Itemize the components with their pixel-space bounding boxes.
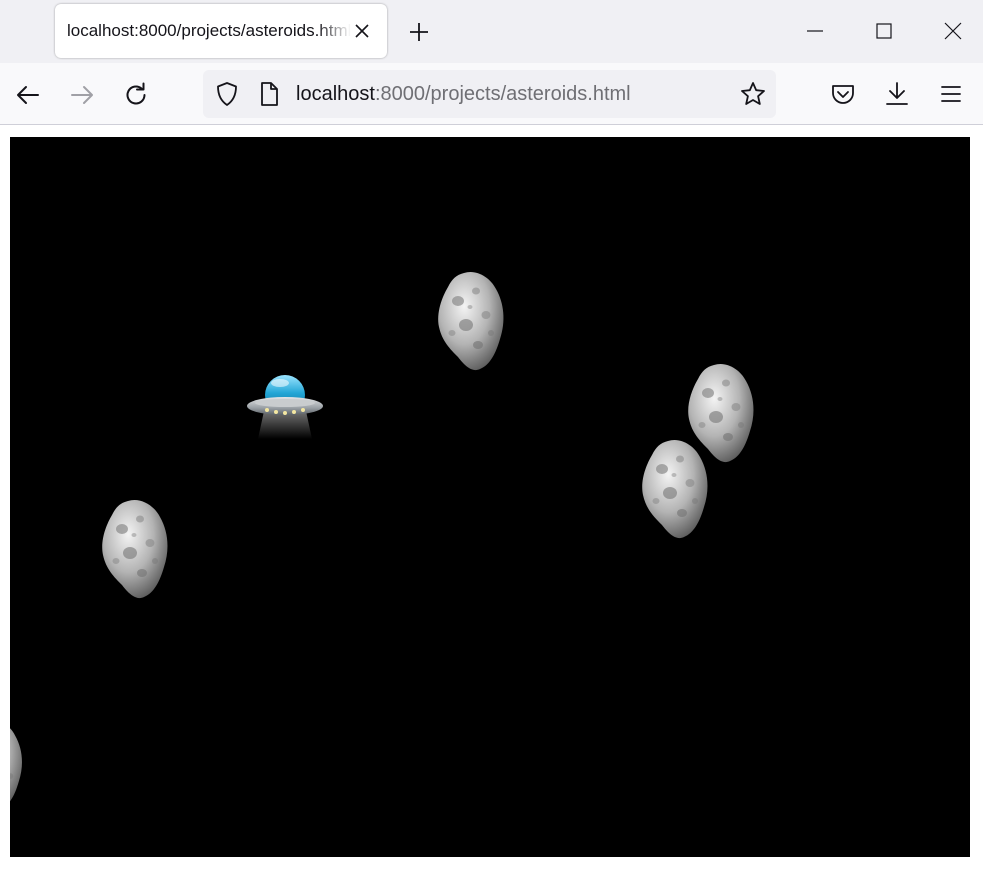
tab-strip: localhost:8000/projects/asteroids.html xyxy=(0,0,983,63)
page-content xyxy=(0,125,983,870)
shield-icon[interactable] xyxy=(213,80,241,108)
tab-title: localhost:8000/projects/asteroids.html xyxy=(67,21,351,40)
asteroid xyxy=(98,497,172,601)
browser-tab[interactable]: localhost:8000/projects/asteroids.html xyxy=(55,4,387,58)
menu-hamburger-icon[interactable] xyxy=(937,80,965,108)
url-path: :8000/projects/asteroids.html xyxy=(374,83,631,105)
address-bar[interactable]: localhost:8000/projects/asteroids.html xyxy=(203,70,776,118)
forward-arrow-icon[interactable] xyxy=(68,81,96,109)
minimize-window-icon[interactable] xyxy=(801,18,829,46)
page-info-icon[interactable] xyxy=(255,80,283,108)
downloads-icon[interactable] xyxy=(883,80,911,108)
back-arrow-icon[interactable] xyxy=(14,81,42,109)
asteroid xyxy=(10,717,26,813)
game-canvas[interactable] xyxy=(10,137,970,857)
bookmark-star-icon[interactable] xyxy=(739,80,767,108)
url-text[interactable]: localhost:8000/projects/asteroids.html xyxy=(296,83,631,106)
url-host: localhost xyxy=(296,83,375,105)
maximize-window-icon[interactable] xyxy=(870,18,898,46)
reload-icon[interactable] xyxy=(122,81,150,109)
asteroid xyxy=(638,437,712,541)
close-window-icon[interactable] xyxy=(939,18,967,46)
pocket-icon[interactable] xyxy=(829,80,857,108)
close-tab-icon[interactable] xyxy=(353,22,371,40)
new-tab-icon[interactable] xyxy=(407,20,431,44)
ufo-spaceship xyxy=(246,373,324,439)
asteroid xyxy=(434,269,508,373)
navigation-toolbar: localhost:8000/projects/asteroids.html xyxy=(0,63,983,125)
